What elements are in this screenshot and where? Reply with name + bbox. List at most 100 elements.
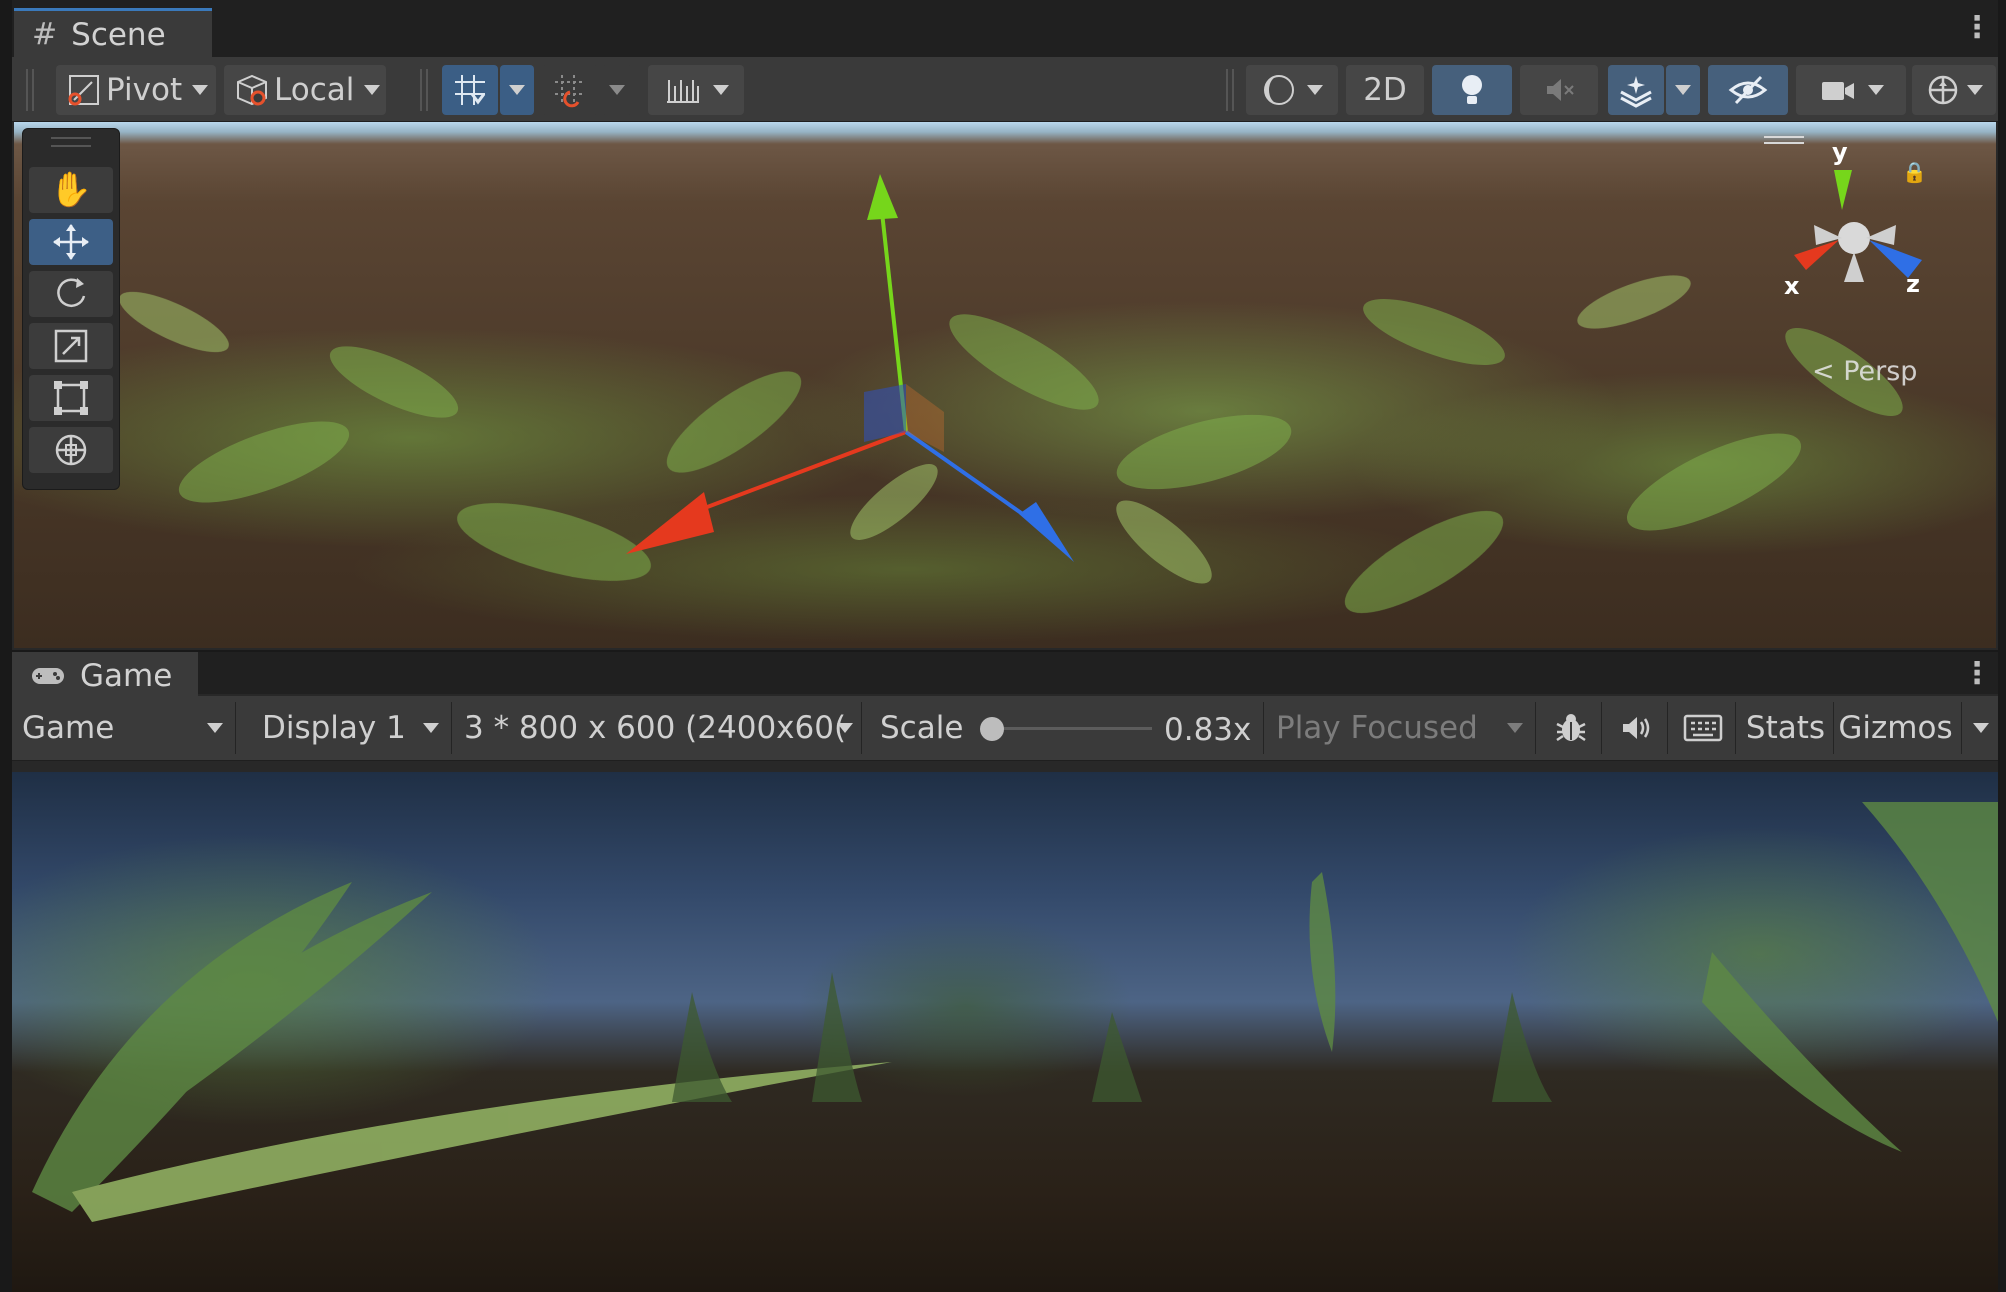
tool-palette: ✋ <box>22 128 120 490</box>
scale-tool-button[interactable] <box>29 323 113 369</box>
grid-options-dropdown[interactable] <box>500 65 534 115</box>
scene-toolbar: Pivot Local 2D <box>12 57 1998 122</box>
chevron-down-icon <box>1973 723 1989 733</box>
chevron-down-icon <box>509 85 525 95</box>
resolution-dropdown[interactable]: 3 * 800 x 600 (2400x60( <box>454 702 862 754</box>
scale-icon <box>54 329 88 363</box>
gizmos-label: Gizmos <box>1838 710 1953 746</box>
frame-debugger-button[interactable] <box>1540 702 1602 754</box>
shortcuts-button[interactable] <box>1670 702 1736 754</box>
light-bulb-icon <box>1462 75 1482 104</box>
hash-icon: # <box>32 17 58 52</box>
gizmos-button[interactable]: Gizmos <box>1836 702 1962 754</box>
hand-icon: ✋ <box>49 170 93 210</box>
snap-options-dropdown[interactable] <box>602 65 632 115</box>
scene-menu-kebab[interactable]: ⋮ <box>1962 10 1992 45</box>
scene-plants-render <box>119 174 1903 614</box>
scale-label: Scale <box>880 710 964 746</box>
hand-tool-button[interactable]: ✋ <box>29 167 113 213</box>
shading-sphere-icon <box>1264 75 1294 105</box>
mute-audio-button[interactable] <box>1604 702 1668 754</box>
chevron-down-icon <box>1507 723 1523 733</box>
audio-muted-icon <box>1547 79 1574 101</box>
play-mode-value: Play Focused <box>1276 710 1478 746</box>
play-mode-dropdown[interactable]: Play Focused <box>1266 702 1536 754</box>
speaker-icon <box>1622 717 1649 739</box>
gizmo-drag-handle[interactable] <box>1764 136 1804 144</box>
gizmos-options-dropdown[interactable] <box>1964 702 1998 754</box>
toggle-2d-label: 2D <box>1363 72 1407 108</box>
tab-game[interactable]: Game <box>12 652 198 696</box>
keyboard-icon <box>1683 714 1722 742</box>
scale-slider-handle[interactable] <box>980 717 1004 741</box>
chevron-down-icon <box>1307 85 1323 95</box>
gizmo-globe-icon <box>1928 75 1958 105</box>
chevron-down-icon <box>609 85 625 95</box>
scene-viewport[interactable]: ✋ y x z 🔒 < Persp <box>14 122 1996 648</box>
game-menu-kebab[interactable]: ⋮ <box>1962 656 1992 691</box>
tab-scene[interactable]: # Scene <box>14 8 212 58</box>
chevron-down-icon <box>364 85 381 95</box>
chevron-down-icon <box>837 723 853 733</box>
lock-icon[interactable]: 🔒 <box>1902 160 1927 184</box>
resolution-value: 3 * 800 x 600 (2400x60( <box>464 710 847 746</box>
transform-icon <box>55 434 87 466</box>
camera-settings-dropdown[interactable] <box>1796 65 1906 115</box>
move-tool-button[interactable] <box>29 219 113 265</box>
pivot-icon <box>68 75 99 106</box>
projection-toggle[interactable]: < Persp <box>1812 356 1917 387</box>
stats-label: Stats <box>1745 710 1826 746</box>
scale-slider-track[interactable] <box>992 727 1152 730</box>
game-toolbar: Game Display 1 3 * 800 x 600 (2400x60( S… <box>12 696 1998 761</box>
pivot-dropdown[interactable]: Pivot <box>56 65 216 115</box>
game-panel: Game ⋮ Game Display 1 3 * 800 x 600 (240… <box>12 652 1998 1292</box>
chevron-down-icon <box>423 723 439 733</box>
gizmos-dropdown[interactable] <box>1912 65 1996 115</box>
local-label: Local <box>274 72 355 108</box>
ruler-icon <box>667 80 699 103</box>
audio-toggle-button[interactable] <box>1520 65 1598 115</box>
toggle-2d-button[interactable]: 2D <box>1346 65 1424 115</box>
game-viewport[interactable] <box>12 772 1998 1292</box>
snap-button[interactable] <box>542 65 598 115</box>
move-icon <box>53 224 89 260</box>
local-dropdown[interactable]: Local <box>224 65 386 115</box>
chevron-down-icon <box>1967 85 1983 95</box>
game-tab-bar: Game ⋮ <box>12 652 1998 696</box>
chevron-down-icon <box>713 85 729 95</box>
shading-mode-dropdown[interactable] <box>1246 65 1338 115</box>
view-mode-value: Game <box>22 710 115 746</box>
tab-scene-label: Scene <box>71 16 166 53</box>
chevron-down-icon <box>207 723 223 733</box>
rect-icon <box>54 381 88 415</box>
effects-options-dropdown[interactable] <box>1666 65 1700 115</box>
toolbar-grip[interactable] <box>26 69 34 111</box>
chevron-down-icon <box>1868 85 1884 95</box>
game-render <box>32 802 1998 1222</box>
grid-icon <box>455 75 486 105</box>
tab-game-label: Game <box>80 657 173 694</box>
lighting-toggle-button[interactable] <box>1432 65 1512 115</box>
display-value: Display 1 <box>262 710 406 746</box>
toolbar-grip[interactable] <box>1226 69 1234 111</box>
pivot-label: Pivot <box>106 72 183 108</box>
effects-layers-icon <box>1620 76 1652 108</box>
toolbar-grip[interactable] <box>420 69 428 111</box>
eye-hidden-icon <box>1728 75 1768 105</box>
increment-snap-button[interactable] <box>648 65 744 115</box>
scene-panel: # Scene ⋮ Pivot Local 2D ✋ y x z 🔒 < Per… <box>12 0 1998 650</box>
display-dropdown[interactable]: Display 1 <box>248 702 452 754</box>
grid-visibility-button[interactable] <box>442 65 498 115</box>
palette-drag-handle[interactable] <box>51 137 91 147</box>
rotate-icon <box>57 278 86 307</box>
view-mode-dropdown[interactable]: Game <box>12 702 236 754</box>
rect-tool-button[interactable] <box>29 375 113 421</box>
scene-visibility-button[interactable] <box>1708 65 1788 115</box>
chevron-down-icon <box>192 85 209 95</box>
rotate-tool-button[interactable] <box>29 271 113 317</box>
orientation-gizmo[interactable]: y x z 🔒 < Persp <box>1724 122 1964 390</box>
local-cube-icon <box>237 74 267 106</box>
effects-toggle-button[interactable] <box>1608 65 1664 115</box>
stats-button[interactable]: Stats <box>1738 702 1834 754</box>
transform-tool-button[interactable] <box>29 427 113 473</box>
